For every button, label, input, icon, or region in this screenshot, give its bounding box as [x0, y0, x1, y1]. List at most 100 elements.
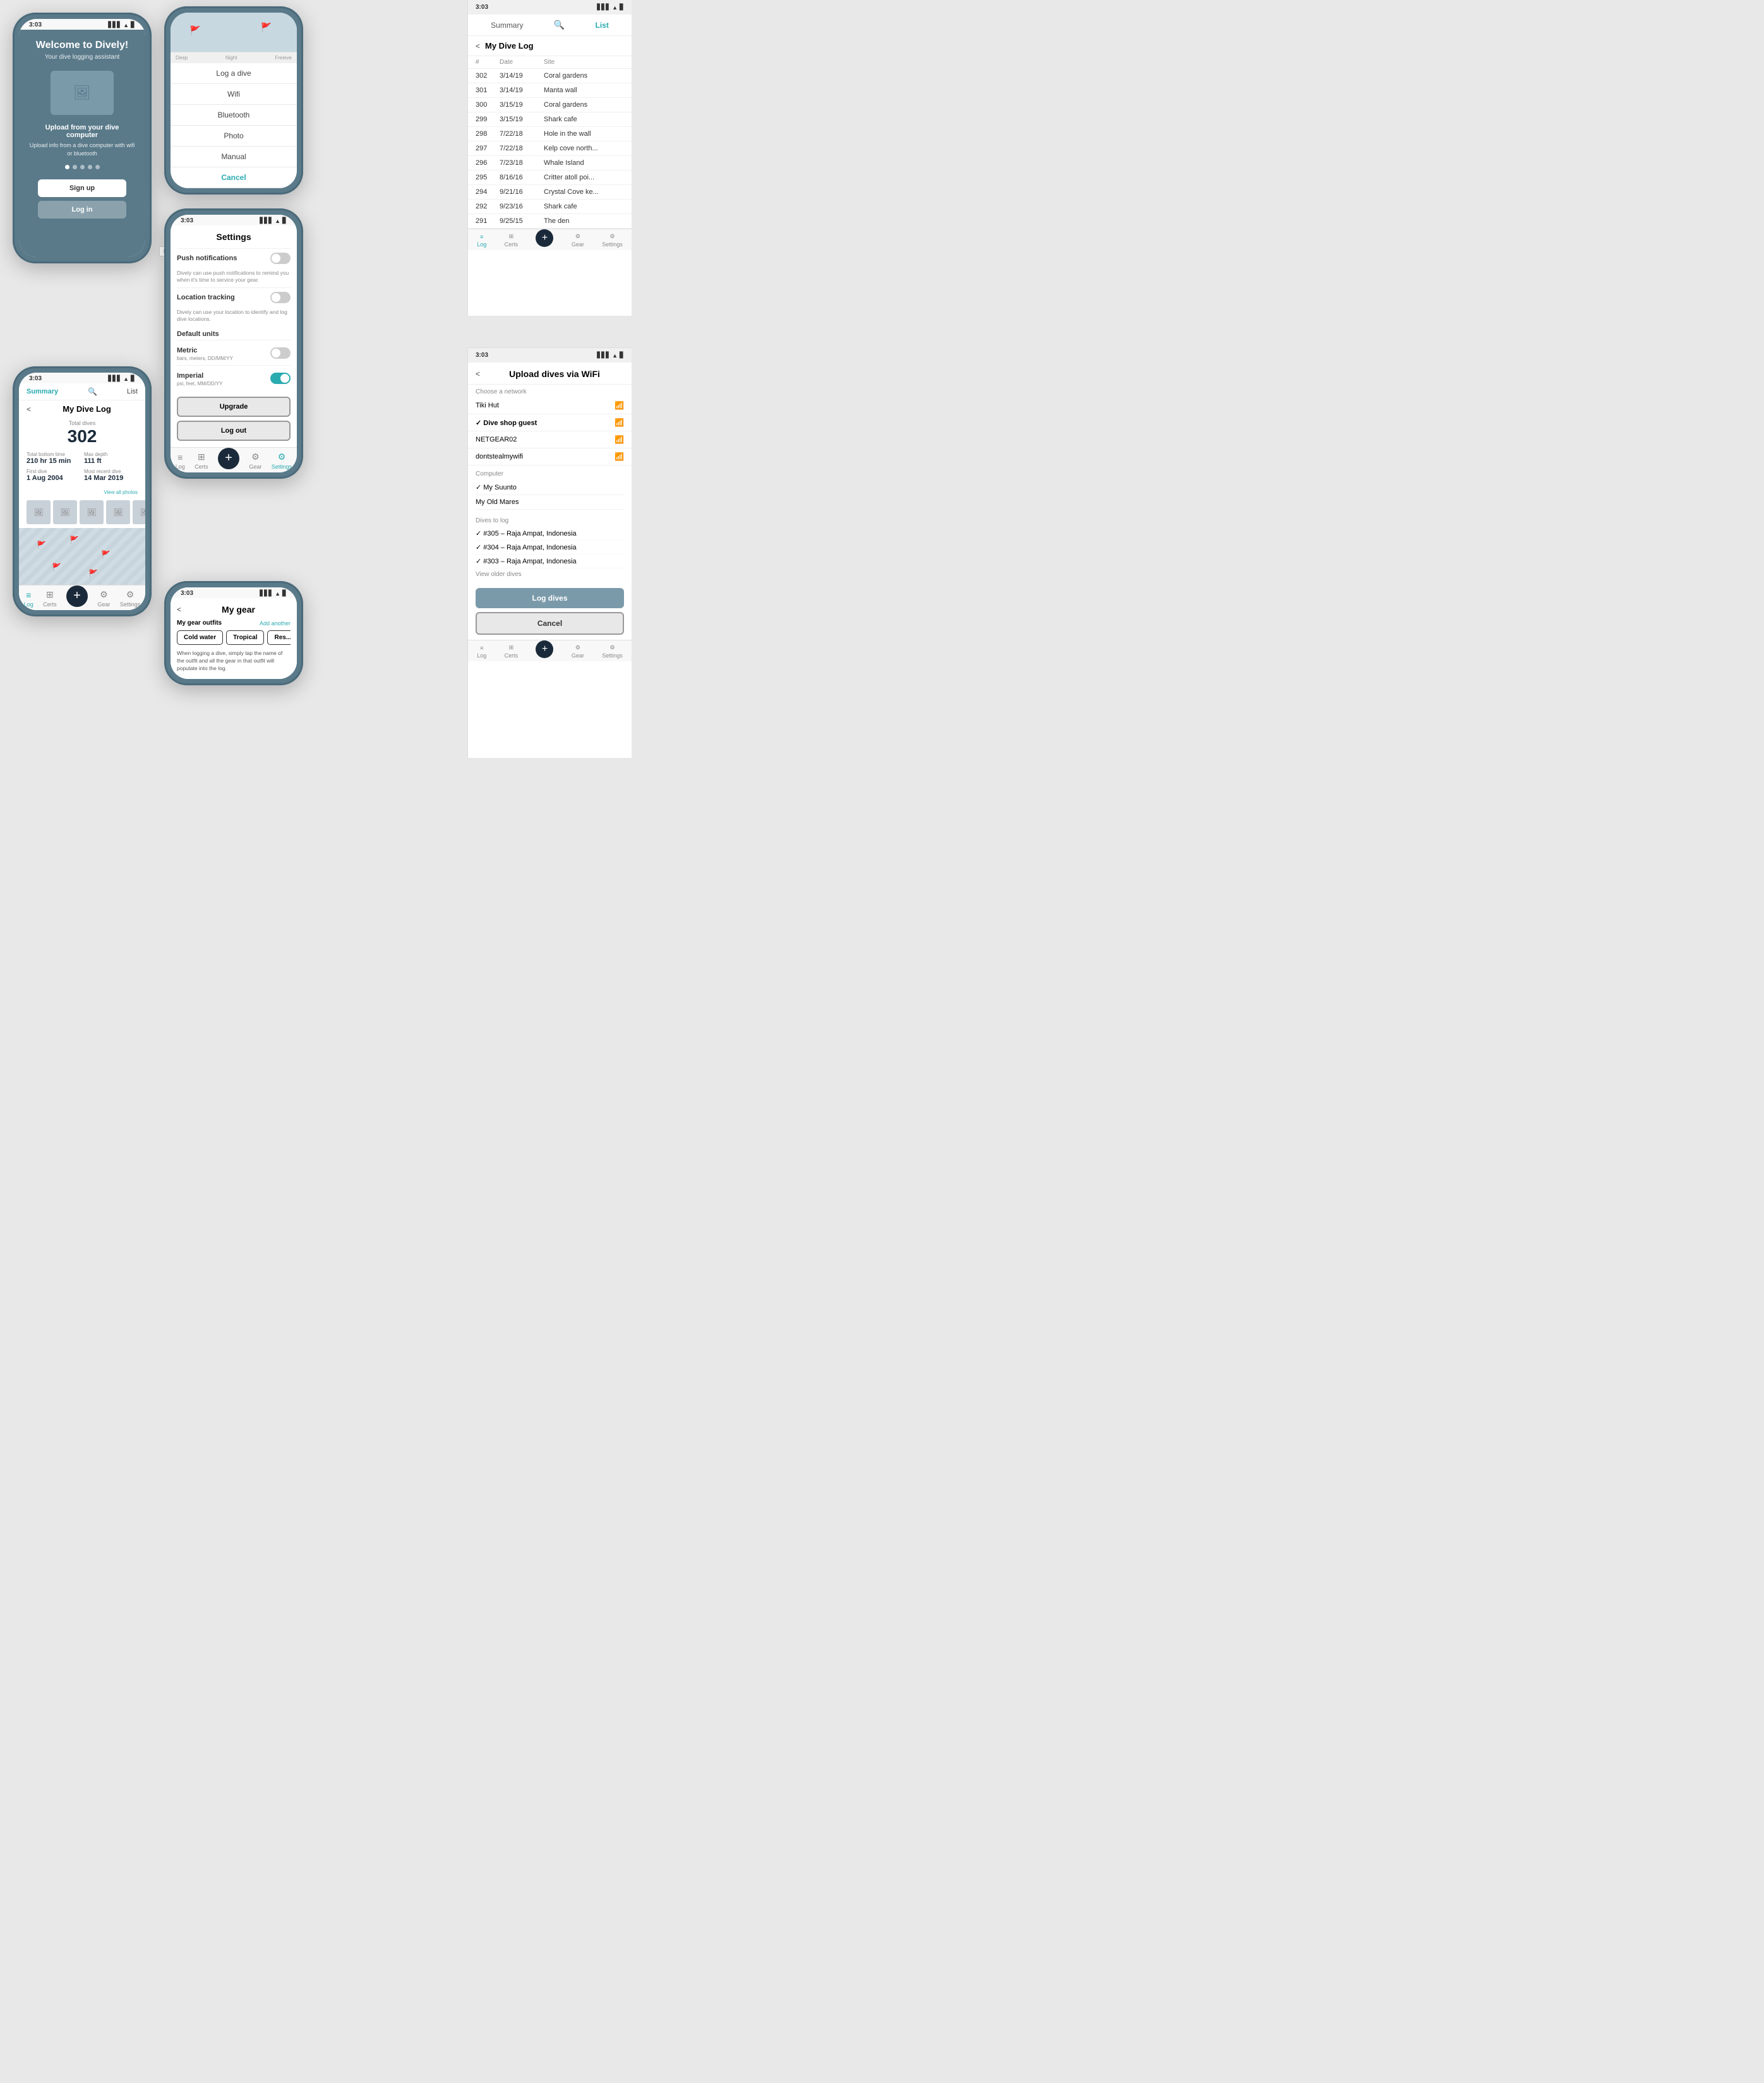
wifi-tab-settings[interactable]: ⚙ Settings	[602, 644, 623, 659]
time-4: 3:03	[181, 217, 193, 224]
panel-tab-add[interactable]: +	[536, 234, 553, 247]
tab-add-dive[interactable]: +	[66, 591, 88, 607]
wifi-log-label: Log	[477, 652, 486, 659]
settings-screen: Settings Push notifications Dively can u…	[171, 225, 297, 447]
option-wifi[interactable]: Wifi	[171, 84, 297, 105]
dive-row-298[interactable]: 2987/22/18Hole in the wall	[468, 127, 632, 141]
logout-button[interactable]: Log out	[177, 421, 291, 441]
wifi-certs-icon: ⊞	[509, 644, 514, 651]
summary-tab[interactable]: Summary	[27, 388, 58, 395]
tab-settings-4[interactable]: ⚙ Settings	[272, 452, 292, 470]
panel-search-icon[interactable]: 🔍	[554, 20, 565, 30]
wifi-tab-certs[interactable]: ⊞ Certs	[505, 644, 519, 659]
dive-row-294[interactable]: 2949/21/16Crystal Cove ke...	[468, 185, 632, 200]
option-cancel[interactable]: Cancel	[171, 167, 297, 188]
wifi-tab-add[interactable]: +	[536, 645, 553, 658]
computer-my-old-mares[interactable]: My Old Mares	[476, 495, 624, 510]
tab-add-dive-4[interactable]: +	[218, 453, 239, 469]
dive-row-296[interactable]: 2967/23/18Whale Island	[468, 156, 632, 171]
wifi-settings-icon: ⚙	[609, 644, 615, 651]
wifi-back[interactable]: <	[476, 369, 480, 378]
imperial-toggle[interactable]	[270, 373, 291, 384]
network-dontstealmywifi[interactable]: dontstealmywifi📶	[468, 448, 632, 465]
search-icon[interactable]: 🔍	[88, 387, 97, 396]
dive-row-295[interactable]: 2958/16/16Critter atoll poi...	[468, 171, 632, 185]
tab-certs[interactable]: ⊞ Certs	[43, 589, 57, 608]
dive-to-log[interactable]: ✓ #304 – Raja Ampat, Indonesia	[476, 541, 624, 555]
option-photo[interactable]: Photo	[171, 126, 297, 147]
photos-grid: 🖼 🖼 🖼 🖼 🖼	[19, 498, 145, 528]
panel-col-headers: # Date Site	[468, 56, 632, 69]
tab-certs-4[interactable]: ⊞ Certs	[195, 452, 208, 470]
log-dives-button[interactable]: Log dives	[476, 588, 624, 608]
dive-to-log[interactable]: ✓ #305 – Raja Ampat, Indonesia	[476, 527, 624, 541]
dive-row-297[interactable]: 2977/22/18Kelp cove north...	[468, 141, 632, 156]
tab-gear-4[interactable]: ⚙ Gear	[249, 452, 261, 470]
tab-log[interactable]: ≡ Log	[24, 590, 33, 608]
login-button[interactable]: Log in	[38, 201, 126, 219]
gear-title: My gear	[186, 604, 291, 615]
back-arrow-5[interactable]: <	[177, 605, 181, 614]
flag-icon-1: 🚩	[189, 25, 200, 36]
computer-my-suunto[interactable]: ✓ My Suunto	[476, 480, 624, 495]
dive-row-302[interactable]: 3023/14/19Coral gardens	[468, 69, 632, 83]
dive-row-301[interactable]: 3013/14/19Manta wall	[468, 83, 632, 98]
tab-gear[interactable]: ⚙ Gear	[97, 589, 110, 608]
upgrade-button[interactable]: Upgrade	[177, 397, 291, 417]
chip-cold-water[interactable]: Cold water	[177, 630, 223, 645]
tab-settings-label-4: Settings	[272, 464, 292, 470]
back-arrow-3[interactable]: <	[27, 405, 31, 414]
status-icons-panel: ▋▋▋▲▊	[597, 4, 624, 11]
dive-row-300[interactable]: 3003/15/19Coral gardens	[468, 98, 632, 112]
dive-row-291[interactable]: 2919/25/15The den	[468, 214, 632, 229]
view-older-dives[interactable]: View older dives	[476, 568, 624, 582]
panel-tab-settings[interactable]: ⚙ Settings	[602, 233, 623, 248]
photo-2[interactable]: 🖼	[53, 500, 77, 524]
chip-res[interactable]: Res...	[267, 630, 291, 645]
status-bar-panel: 3:03 ▋▋▋▲▊	[468, 0, 632, 15]
tab-log-4[interactable]: ≡ Log	[176, 452, 185, 470]
dive-row-292[interactable]: 2929/23/16Shark cafe	[468, 200, 632, 214]
view-all-photos[interactable]: View all photos	[104, 489, 138, 495]
panel-tab-gear[interactable]: ⚙ Gear	[572, 233, 584, 248]
panel-summary-tab[interactable]: Summary	[491, 21, 523, 30]
photo-5[interactable]: 🖼	[133, 500, 145, 524]
location-tracking-toggle[interactable]	[270, 292, 291, 303]
network-tiki-hut[interactable]: Tiki Hut📶	[468, 397, 632, 414]
wifi-header-row: < Upload dives via WiFi	[468, 363, 632, 385]
option-manual[interactable]: Manual	[171, 147, 297, 167]
wifi-tab-gear[interactable]: ⚙ Gear	[572, 644, 584, 659]
map-pin-3: 🚩	[101, 550, 111, 559]
panel-list-tab[interactable]: List	[595, 21, 608, 30]
panel-tab-certs[interactable]: ⊞ Certs	[505, 233, 519, 248]
list-tab[interactable]: List	[127, 388, 138, 395]
dive-to-log[interactable]: ✓ #303 – Raja Ampat, Indonesia	[476, 555, 624, 568]
add-another-link[interactable]: Add another	[260, 620, 291, 627]
dot-1	[65, 165, 69, 169]
push-notifications-toggle[interactable]	[270, 253, 291, 264]
panel-tab-log[interactable]: ≡ Log	[477, 234, 486, 248]
wifi-tab-log[interactable]: ≡ Log	[477, 645, 486, 659]
gear-phone: 3:03 ▋▋▋▲▊ < My gear My gear outfits Add…	[164, 581, 303, 685]
wifi-certs-label: Certs	[505, 652, 519, 659]
chip-tropical[interactable]: Tropical	[226, 630, 264, 645]
welcome-desc-title: Upload from your dive computer	[29, 124, 135, 139]
photo-3[interactable]: 🖼	[80, 500, 104, 524]
network-netgear02[interactable]: NETGEAR02📶	[468, 431, 632, 448]
metric-toggle[interactable]	[270, 347, 291, 359]
network-dive-shop-guest[interactable]: ✓ Dive shop guest📶	[468, 414, 632, 431]
welcome-subtitle: Your dive logging assistant	[45, 54, 120, 61]
dive-row-299[interactable]: 2993/15/19Shark cafe	[468, 112, 632, 127]
gear-icon-4: ⚙	[251, 452, 260, 462]
panel-back[interactable]: <	[476, 42, 480, 51]
status-icons-5: ▋▋▋▲▊	[260, 590, 287, 597]
signup-button[interactable]: Sign up	[38, 179, 126, 197]
stat-bottom-time: Total bottom time 210 hr 15 min	[27, 452, 80, 465]
tab-settings[interactable]: ⚙ Settings	[120, 589, 141, 608]
option-log-dive[interactable]: Log a dive	[171, 63, 297, 84]
col-site: Site	[544, 59, 624, 66]
photo-1[interactable]: 🖼	[27, 500, 51, 524]
option-bluetooth[interactable]: Bluetooth	[171, 105, 297, 126]
photo-4[interactable]: 🖼	[106, 500, 130, 524]
cancel-wifi-button[interactable]: Cancel	[476, 612, 624, 635]
